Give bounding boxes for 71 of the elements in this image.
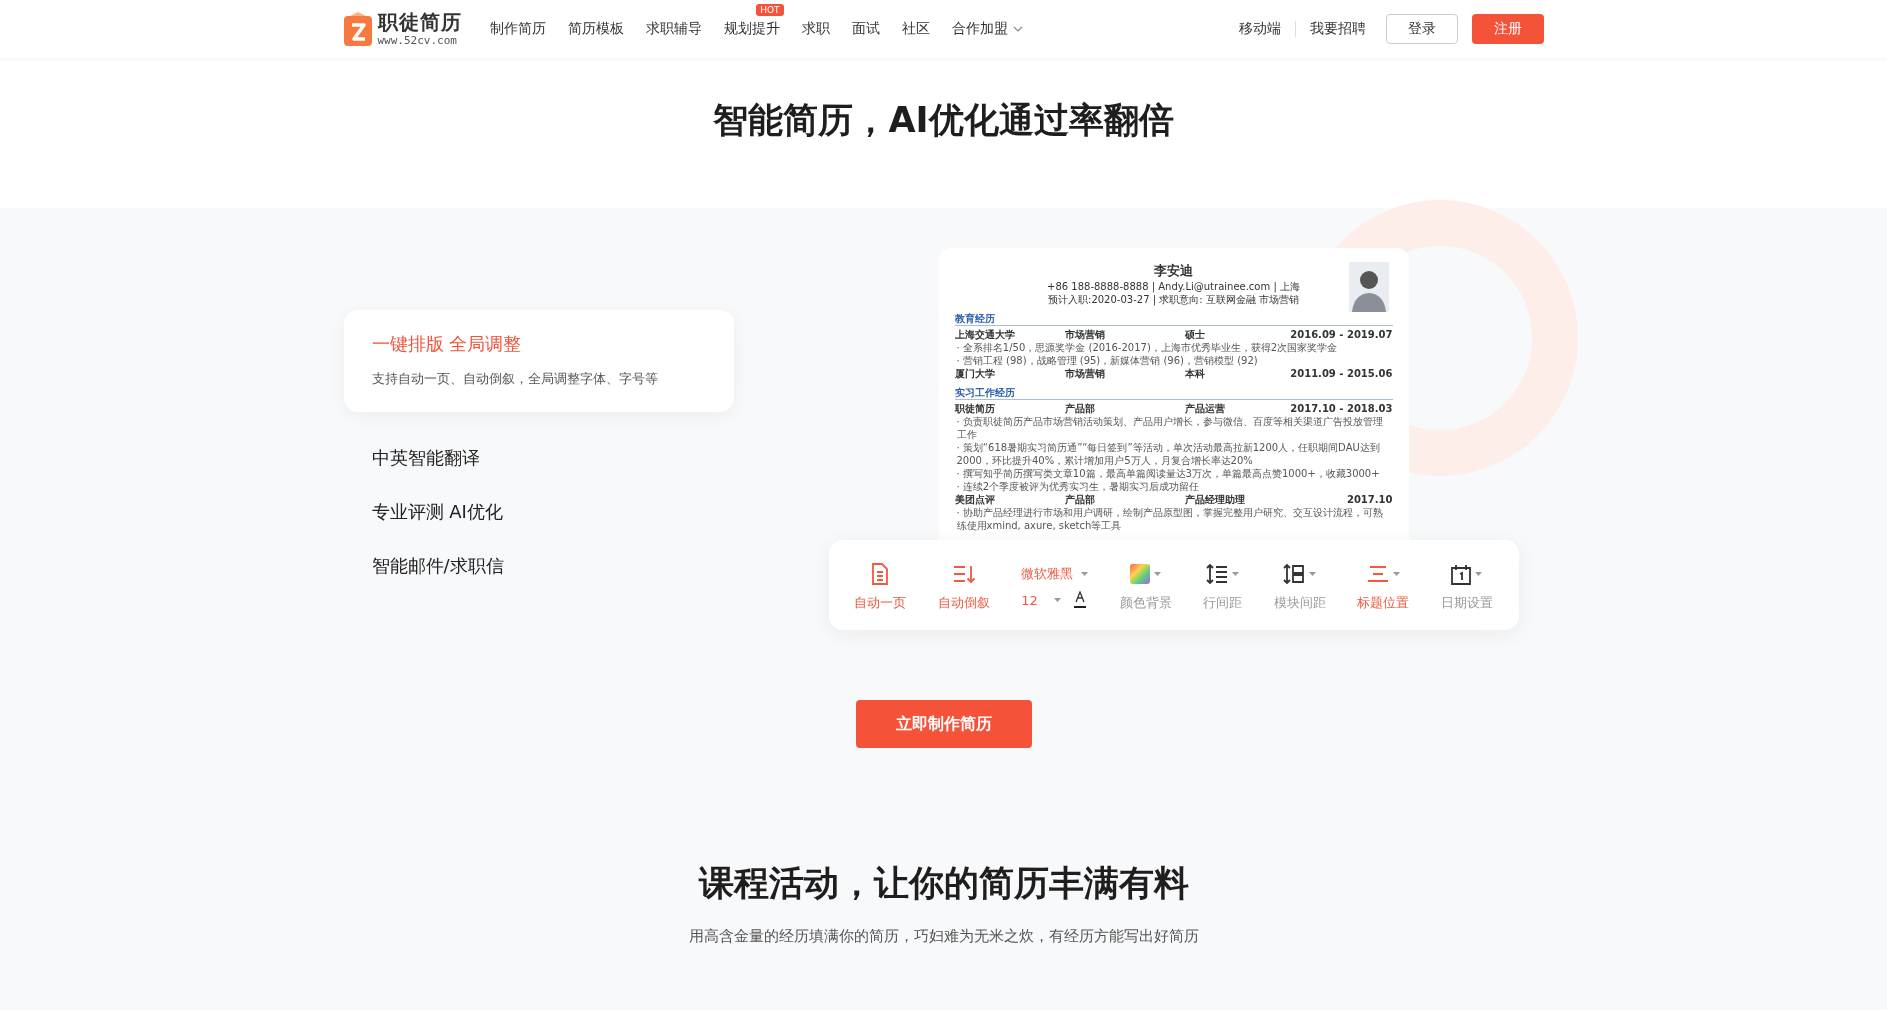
nav-link[interactable]: 求职 [801, 20, 830, 38]
dropdown-caret-icon [1392, 572, 1400, 576]
resume-name: 李安迪 [1154, 262, 1193, 280]
document-icon [871, 563, 890, 585]
resume-bullet: · 协助产品经理进行市场和用户调研，绘制产品原型图，掌握完整用户研究、交互设计流程，可熟练使用xmind, axure, sketch等工具 [955, 506, 1384, 532]
nav-link[interactable]: 面试 [851, 20, 880, 38]
login-button[interactable]: 登录 [1385, 14, 1458, 44]
resume-bullet: · 撰写知乎简历撰写类文章10篇，最高单篇阅读量达3万次，单篇最高点赞1000+，收藏3000+ [955, 467, 1381, 480]
logo-url: www.52cv.com [377, 35, 458, 46]
font-color-icon[interactable] [1073, 591, 1088, 609]
feature-tab[interactable]: 中英智能翻译 [343, 442, 734, 474]
resume-entry-field: 厦门大学 [954, 367, 1065, 380]
color-swatch-icon [1130, 564, 1151, 584]
toolbar-button[interactable]: 自动一页 [854, 562, 907, 612]
line-spacing-icon [1206, 564, 1229, 584]
dropdown-caret-icon [1232, 572, 1240, 576]
nav-link[interactable]: 规划提升 [723, 20, 780, 38]
resume-entry-field: 本科 [1184, 367, 1291, 380]
section-title: 课程活动，让你的简历丰满有料 [698, 862, 1189, 905]
nav-link[interactable]: 求职辅导 [645, 20, 702, 38]
dropdown-caret-icon [1154, 572, 1162, 576]
resume-bullet: · 连续2个季度被评为优秀实习生，暑期实习后成功留任 [955, 480, 1201, 493]
resume-entry-field: 上海交通大学 [954, 328, 1065, 341]
resume-bullet: · 全系排名1/50，思源奖学金 (2016-2017)，上海市优秀毕业生，获得2次国家奖学金 [955, 341, 1339, 354]
resume-contact: +86 188-8888-8888 | Andy.Li@utrainee.com | 上海 [1047, 280, 1300, 293]
resume-section-title: 教育经历 [954, 312, 1393, 326]
resume-entry-field: 市场营销 [1064, 367, 1185, 380]
feature-tab[interactable]: 专业评测 AI优化 [343, 496, 734, 528]
feature-tab[interactable]: 一键排版 全局调整 支持自动一页、自动倒叙，全局调整字体、字号等 [343, 310, 734, 412]
resume-entry-field: 产品部 [1064, 402, 1185, 415]
dropdown-caret-icon [1054, 598, 1062, 602]
chevron-down-icon [1012, 26, 1023, 32]
resume-section-title: 实习工作经历 [954, 386, 1393, 400]
resume-entry-field: 2011.09 - 2015.06 [1290, 367, 1393, 380]
block-spacing-icon [1283, 564, 1306, 584]
calendar-icon [1451, 563, 1472, 585]
resume-entry-field: 职徒简历 [954, 402, 1065, 415]
feature-tab[interactable]: 智能邮件/求职信 [343, 550, 734, 582]
align-center-icon [1366, 565, 1389, 583]
nav-link[interactable]: 合作加盟 [951, 20, 1023, 38]
font-family-select[interactable]: 微软雅黑 [1021, 565, 1089, 583]
header-link[interactable]: 移动端 [1238, 20, 1281, 38]
nav-link[interactable]: 制作简历 [489, 20, 546, 38]
avatar-silhouette-icon [1348, 262, 1389, 312]
resume-entry-field: 市场营销 [1064, 328, 1185, 341]
nav-link[interactable]: 社区 [901, 20, 930, 38]
resume-entry-field: 2016.09 - 2019.07 [1290, 328, 1393, 341]
dropdown-caret-icon [1309, 572, 1317, 576]
resume-entry-field: 2017.10 - 2018.03 [1290, 402, 1393, 415]
resume-entry-field: 硕士 [1184, 328, 1291, 341]
logo-icon[interactable] [343, 12, 372, 46]
resume-bullet: · 策划“618暑期实习简历通”“每日签到”等活动，单次活动最高拉新1200人，任职期间DAU达到2000，环比提升40%，累计增加用户5万人，月复合增长率达20% [955, 441, 1381, 467]
resume-bullet: · 负责职徒简历产品市场营销活动策划、产品用户增长，参与微信、百度等相关渠道广告投放管理工作 [955, 415, 1384, 441]
nav-link[interactable]: 简历模板 [567, 20, 624, 38]
dropdown-caret-icon [1475, 572, 1483, 576]
toolbar-button[interactable]: 标题位置 [1357, 562, 1410, 612]
resume-intention: 预计入职:2020-03-27 | 求职意向: 互联网金融 市场营销 [1048, 293, 1299, 306]
dropdown-caret-icon [1081, 572, 1089, 576]
logo-name[interactable]: 职徒简历 [377, 12, 462, 32]
header-link[interactable]: 我要招聘 [1309, 20, 1366, 38]
hot-badge: HOT [756, 4, 784, 16]
resume-entry-field: 2017.10 [1346, 493, 1393, 506]
toolbar-button[interactable]: 自动倒叙 [937, 562, 990, 612]
section-title: 智能简历，AI优化通过率翻倍 [713, 98, 1174, 142]
resume-entry-field: 产品部 [1064, 493, 1185, 506]
resume-bullet: · 营销工程 (98)，战略管理 (95)，新媒体营销 (96)，营销模型 (92) [955, 354, 1259, 367]
sort-icon [952, 564, 975, 584]
resume-entry-field: 美团点评 [954, 493, 1065, 506]
resume-entry-field: 产品经理助理 [1184, 493, 1347, 506]
resume-entry-field: 产品运营 [1184, 402, 1291, 415]
section-subtitle: 用高含金量的经历填满你的简历，巧妇难为无米之炊，有经历方能写出好简历 [688, 927, 1199, 946]
